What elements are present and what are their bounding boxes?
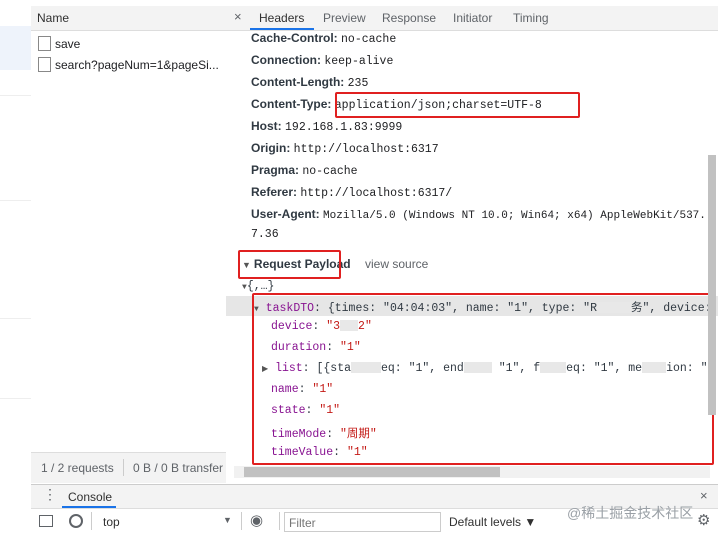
left-edge-strip (0, 0, 32, 484)
header-value: 235 (347, 77, 369, 90)
header-key: Cache-Control: (251, 31, 338, 45)
close-icon[interactable]: × (234, 9, 242, 24)
tab-headers[interactable]: Headers (259, 11, 304, 25)
header-row: Content-Length: 235 (251, 75, 368, 90)
tab-preview[interactable]: Preview (323, 11, 366, 25)
header-value: http://localhost:6317/ (300, 187, 453, 200)
request-list-panel: Name save search?pageNum=1&pageSi... 1 /… (31, 0, 227, 484)
horizontal-scrollbar-thumb[interactable] (244, 467, 500, 477)
request-row-search[interactable]: search?pageNum=1&pageSi... (31, 54, 226, 74)
request-count: 1 / 2 requests (41, 461, 114, 475)
divider (279, 512, 280, 530)
request-detail-panel: × Headers Preview Response Initiator Tim… (226, 0, 718, 484)
header-row: Connection: keep-alive (251, 53, 393, 68)
header-key: Connection: (251, 53, 321, 67)
divider (0, 200, 31, 201)
header-key: Content-Length: (251, 75, 345, 89)
header-row: Host: 192.168.1.83:9999 (251, 119, 402, 134)
divider (123, 459, 124, 476)
header-key: Origin: (251, 141, 291, 155)
root-value: {,…} (246, 280, 275, 293)
selected-strip-area (0, 26, 31, 70)
request-row-save[interactable]: save (31, 33, 226, 53)
name-column-label: Name (37, 11, 70, 25)
header-value-continued: 7.36 (251, 228, 279, 241)
tab-response[interactable]: Response (382, 11, 436, 25)
sidebar-toggle-icon[interactable] (39, 515, 53, 527)
divider (0, 398, 31, 399)
header-value: 192.168.1.83:9999 (285, 121, 403, 134)
close-icon[interactable]: × (700, 488, 708, 503)
tab-timing[interactable]: Timing (513, 11, 549, 25)
filter-placeholder: Filter (289, 516, 316, 530)
clear-console-icon[interactable] (69, 514, 83, 528)
divider (91, 512, 92, 530)
header-row: Referer: http://localhost:6317/ (251, 185, 452, 200)
detail-tab-bar: × Headers Preview Response Initiator Tim… (226, 6, 718, 31)
payload-highlight (252, 293, 714, 465)
payload-root[interactable]: ▼{,…} (242, 280, 274, 293)
divider (0, 318, 31, 319)
header-key: Pragma: (251, 163, 300, 177)
header-row: Origin: http://localhost:6317 (251, 141, 439, 156)
active-tab-indicator (250, 28, 314, 30)
request-name: search?pageNum=1&pageSi... (55, 58, 219, 72)
header-row: Pragma: no-cache (251, 163, 358, 178)
vertical-scrollbar-thumb[interactable] (708, 155, 716, 415)
payload-title-highlight (238, 250, 341, 279)
chevron-down-icon[interactable]: ▼ (223, 515, 232, 525)
watermark: @稀土掘金技术社区 (567, 505, 694, 521)
header-row: Cache-Control: no-cache (251, 31, 396, 46)
content-type-highlight (335, 92, 580, 118)
header-key: Content-Type: (251, 97, 332, 111)
gear-icon[interactable]: ⚙ (697, 511, 710, 529)
header-key: Host: (251, 119, 282, 133)
file-icon (38, 57, 51, 72)
view-source-link[interactable]: view source (365, 257, 428, 271)
header-value: no-cache (341, 33, 397, 46)
kebab-menu-icon[interactable]: ⋮ (43, 487, 57, 501)
eye-icon[interactable]: ◉ (250, 511, 263, 529)
header-key: Referer: (251, 185, 298, 199)
header-value: Mozilla/5.0 (Windows NT 10.0; Win64; x64… (323, 210, 706, 222)
header-row: User-Agent: Mozilla/5.0 (Windows NT 10.0… (251, 207, 706, 222)
header-value: http://localhost:6317 (293, 143, 439, 156)
header-value: keep-alive (324, 55, 394, 68)
context-selector[interactable]: top (103, 515, 120, 529)
name-column-header[interactable]: Name (31, 6, 226, 31)
header-key: User-Agent: (251, 207, 320, 221)
tab-initiator[interactable]: Initiator (453, 11, 492, 25)
status-footer: 1 / 2 requests 0 B / 0 B transfer (31, 452, 226, 483)
divider (241, 512, 242, 530)
divider (0, 95, 31, 96)
filter-input[interactable]: Filter (284, 512, 441, 532)
file-icon (38, 36, 51, 51)
tab-console[interactable]: Console (68, 490, 112, 504)
transfer-size: 0 B / 0 B transfer (133, 461, 224, 475)
console-toolbar: top ▼ ◉ Filter Default levels ▼ @稀土掘金技术社… (31, 505, 718, 535)
log-levels-dropdown[interactable]: Default levels ▼ (449, 515, 536, 529)
header-value: no-cache (302, 165, 358, 178)
request-name: save (55, 37, 81, 51)
